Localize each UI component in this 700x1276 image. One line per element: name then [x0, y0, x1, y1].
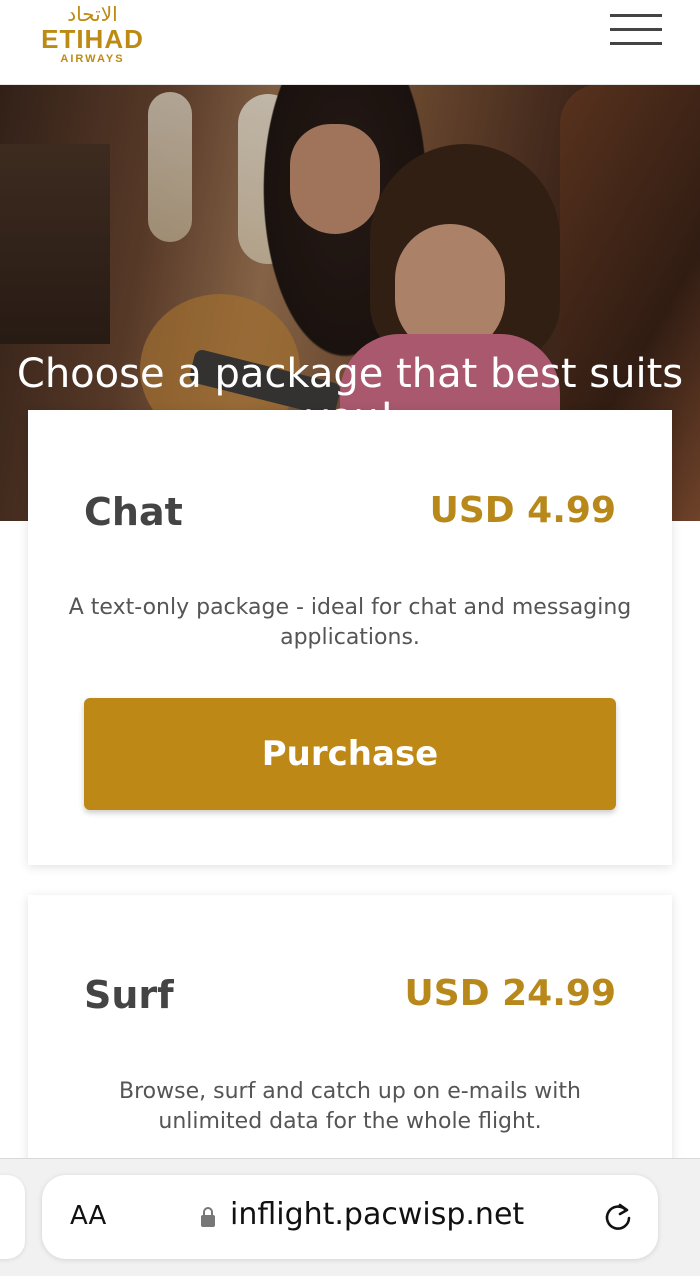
package-name: Surf: [84, 973, 174, 1017]
package-name: Chat: [84, 490, 183, 534]
package-price: USD 24.99: [404, 973, 616, 1014]
reload-icon[interactable]: [602, 1201, 634, 1233]
etihad-logo[interactable]: الاتحاد ETIHAD AIRWAYS: [30, 2, 155, 66]
previous-tab-edge[interactable]: [0, 1175, 25, 1259]
purchase-button[interactable]: Purchase: [84, 698, 616, 810]
menu-line: [610, 42, 662, 45]
package-description: A text-only package - ideal for chat and…: [68, 595, 632, 650]
logo-wordmark: ETIHAD: [41, 24, 144, 54]
package-card-surf: Surf USD 24.99 Browse, surf and catch up…: [28, 895, 672, 1195]
package-description: Browse, surf and catch up on e-mails wit…: [119, 1079, 581, 1134]
lock-icon: [201, 1207, 215, 1227]
text-size-button[interactable]: AA: [70, 1201, 106, 1231]
browser-toolbar: AA inflight.pacwisp.net: [0, 1158, 700, 1276]
logo-subtitle: AIRWAYS: [60, 53, 125, 65]
menu-line: [610, 14, 662, 17]
package-price: USD 4.99: [429, 490, 616, 531]
menu-line: [610, 28, 662, 31]
package-card-chat: Chat USD 4.99 A text-only package - idea…: [28, 410, 672, 865]
address-bar[interactable]: AA inflight.pacwisp.net: [42, 1175, 658, 1259]
hamburger-menu-icon[interactable]: [610, 12, 664, 48]
site-header: الاتحاد ETIHAD AIRWAYS: [0, 0, 700, 85]
logo-arabic-text: الاتحاد: [67, 2, 118, 26]
url-text[interactable]: inflight.pacwisp.net: [230, 1197, 524, 1232]
